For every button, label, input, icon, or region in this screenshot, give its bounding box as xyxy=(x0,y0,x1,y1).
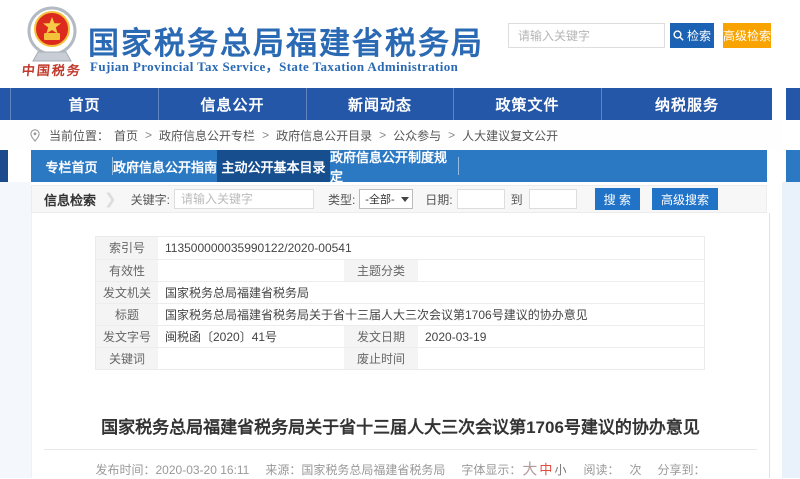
font-size-medium-button[interactable]: 中 xyxy=(539,462,552,477)
article-title: 国家税务总局福建省税务局关于省十三届人大三次会议第1706号建议的协办意见 xyxy=(51,413,750,438)
logo-seal-text: 中国税务 xyxy=(9,60,95,79)
breadcrumb-item-home[interactable]: 首页 xyxy=(114,127,138,144)
header-search-button-label: 检索 xyxy=(687,27,711,44)
nav-band-fragment-right xyxy=(786,88,800,120)
table-row: 关键词 废止时间 xyxy=(96,347,704,369)
breadcrumb-item-npc-replies[interactable]: 人大建议复文公开 xyxy=(462,127,558,144)
breadcrumb-separator: > xyxy=(262,128,269,142)
document-info-table: 索引号 113500000035990122/2020-00541 有效性 主题… xyxy=(95,236,705,370)
table-row: 有效性 主题分类 xyxy=(96,259,704,281)
nav-item-home[interactable]: 首页 xyxy=(10,88,158,120)
date-from-input[interactable] xyxy=(457,189,505,209)
nav-item-policy[interactable]: 政策文件 xyxy=(453,88,601,120)
info-label-doc-number: 发文字号 xyxy=(96,326,158,347)
publish-time: 发布时间：2020-03-20 16:11 xyxy=(95,461,249,478)
table-row: 标题 国家税务总局福建省税务局关于省十三届人大三次会议第1706号建议的协办意见 xyxy=(96,303,704,325)
info-value-issuer: 国家税务总局福建省税务局 xyxy=(158,282,704,303)
font-size-control: 字体显示：大中小 xyxy=(461,458,567,479)
info-label-validity: 有效性 xyxy=(96,260,158,281)
info-value-repeal-time xyxy=(418,348,704,369)
table-row: 发文字号 闽税函〔2020〕41号 发文日期 2020-03-19 xyxy=(96,325,704,347)
page-subtitle: Fujian Provincial Tax Service，State Taxa… xyxy=(90,56,458,75)
tab-band-fragment-right xyxy=(786,150,800,182)
info-label-index: 索引号 xyxy=(96,237,158,259)
breadcrumb-item-public-participation[interactable]: 公众参与 xyxy=(393,127,441,144)
date-to-input[interactable] xyxy=(529,189,577,209)
share-control[interactable]: 分享到： xyxy=(657,461,705,478)
info-label-keywords: 关键词 xyxy=(96,348,158,369)
nav-item-tax-service[interactable]: 纳税服务 xyxy=(601,88,772,120)
breadcrumb: 当前位置： 首页 > 政府信息公开专栏 > 政府信息公开目录 > 公众参与 > … xyxy=(0,120,782,150)
breadcrumb-item-disclosure-column[interactable]: 政府信息公开专栏 xyxy=(159,127,255,144)
tab-band-fragment-left xyxy=(0,150,8,182)
breadcrumb-label: 当前位置： xyxy=(49,127,109,144)
nav-item-info-disclosure[interactable]: 信息公开 xyxy=(158,88,306,120)
tab-column-home[interactable]: 专栏首页 xyxy=(31,150,112,182)
type-select-value: -全部- xyxy=(365,191,394,207)
filter-search-button[interactable]: 搜 索 xyxy=(595,188,640,210)
info-label-title: 标题 xyxy=(96,304,158,325)
chevron-down-icon xyxy=(401,197,409,202)
tab-active-disclosure-catalog[interactable]: 主动公开基本目录 xyxy=(217,150,330,182)
info-value-title: 国家税务总局福建省税务局关于省十三届人大三次会议第1706号建议的协办意见 xyxy=(158,304,704,325)
font-size-large-button[interactable]: 大 xyxy=(522,461,537,478)
info-label-issuer: 发文机关 xyxy=(96,282,158,303)
tab-disclosure-guide[interactable]: 政府信息公开指南 xyxy=(113,150,217,182)
info-value-topic xyxy=(418,260,704,281)
section-tabs: 专栏首页 政府信息公开指南 主动公开基本目录 政府信息公开制度规定 xyxy=(31,150,767,182)
header-advanced-search-button[interactable]: 高级检索 xyxy=(723,23,771,48)
search-icon xyxy=(673,30,684,41)
date-to-label: 到 xyxy=(511,191,523,208)
chevron-right-icon: ❯ xyxy=(104,190,117,208)
header-search-input[interactable] xyxy=(508,23,665,48)
article-meta: 发布时间：2020-03-20 16:11 来源：国家税务总局福建省税务局 字体… xyxy=(31,458,770,479)
info-search-title: 信息检索 xyxy=(44,190,96,209)
main-nav: 首页 信息公开 新闻动态 政策文件 纳税服务 xyxy=(0,88,772,120)
page-left-margin-band xyxy=(0,182,31,478)
view-count: 阅读： 次 xyxy=(583,461,641,478)
article-source: 来源：国家税务总局福建省税务局 xyxy=(265,461,445,478)
site-header: 中国税务 国家税务总局福建省税务局 Fujian Provincial Tax … xyxy=(0,0,800,88)
view-count-suffix: 次 xyxy=(629,463,641,477)
breadcrumb-separator: > xyxy=(145,128,152,142)
breadcrumb-separator: > xyxy=(379,128,386,142)
breadcrumb-item-disclosure-catalog[interactable]: 政府信息公开目录 xyxy=(276,127,372,144)
publish-time-label: 发布时间： xyxy=(95,463,155,477)
keyword-input[interactable] xyxy=(174,189,314,209)
info-value-validity xyxy=(158,260,344,281)
font-size-label: 字体显示： xyxy=(461,463,521,477)
keyword-label: 关键字: xyxy=(131,191,170,208)
type-select[interactable]: -全部- xyxy=(359,189,413,209)
info-label-repeal-time: 废止时间 xyxy=(344,348,418,369)
location-pin-icon xyxy=(30,129,40,142)
table-row: 发文机关 国家税务总局福建省税务局 xyxy=(96,281,704,303)
breadcrumb-separator: > xyxy=(448,128,455,142)
info-value-index: 113500000035990122/2020-00541 xyxy=(158,237,704,259)
font-size-small-button[interactable]: 小 xyxy=(554,463,566,477)
table-row: 索引号 113500000035990122/2020-00541 xyxy=(96,237,704,259)
nav-item-news[interactable]: 新闻动态 xyxy=(306,88,453,120)
info-label-topic: 主题分类 xyxy=(344,260,418,281)
type-label: 类型: xyxy=(328,191,355,208)
share-label: 分享到： xyxy=(657,463,705,477)
info-value-keywords xyxy=(158,348,344,369)
tab-separator xyxy=(458,157,459,175)
view-count-label: 阅读： xyxy=(583,463,619,477)
date-label: 日期: xyxy=(425,191,452,208)
info-value-doc-number: 闽税函〔2020〕41号 xyxy=(158,326,344,347)
source-value: 国家税务总局福建省税务局 xyxy=(301,463,445,477)
filter-advanced-search-button[interactable]: 高级搜索 xyxy=(652,188,718,210)
page-right-margin-band xyxy=(782,182,800,478)
article-divider xyxy=(44,449,757,450)
source-label: 来源： xyxy=(265,463,301,477)
publish-time-value: 2020-03-20 16:11 xyxy=(156,463,250,477)
info-value-issue-date: 2020-03-19 xyxy=(418,326,704,347)
national-emblem-icon xyxy=(16,4,88,64)
info-search-bar: 信息检索 ❯ 关键字: 类型: -全部- 日期: 到 搜 索 高级搜索 xyxy=(31,185,767,213)
header-search-button[interactable]: 检索 xyxy=(670,23,714,48)
info-label-issue-date: 发文日期 xyxy=(344,326,418,347)
tab-disclosure-rules[interactable]: 政府信息公开制度规定 xyxy=(330,150,458,182)
nav-spacer xyxy=(0,88,10,120)
